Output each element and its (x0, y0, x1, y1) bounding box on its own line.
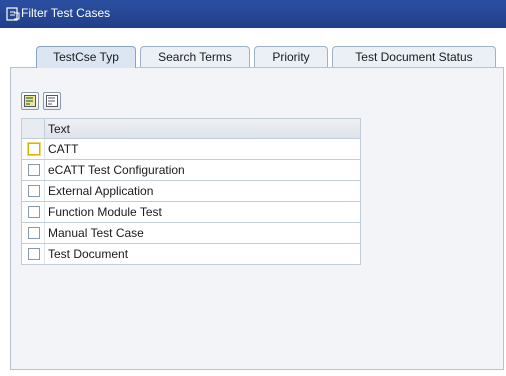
table-row[interactable]: External Application (21, 181, 361, 202)
table-row[interactable]: Test Document (21, 244, 361, 265)
column-header-text[interactable]: Text (48, 122, 70, 136)
row-selector (22, 202, 45, 222)
row-text: CATT (48, 142, 79, 156)
filter-icon (6, 7, 20, 21)
tab-testcse-typ[interactable]: TestCse Typ (36, 46, 136, 68)
tab-priority[interactable]: Priority (254, 46, 328, 68)
select-all-button[interactable] (21, 92, 39, 110)
title-bar: Filter Test Cases (0, 0, 506, 28)
row-text: Function Module Test (48, 205, 162, 219)
row-text: Test Document (48, 247, 129, 261)
row-selector (22, 139, 45, 159)
table-row[interactable]: Manual Test Case (21, 223, 361, 244)
tab-search-terms[interactable]: Search Terms (140, 46, 250, 68)
row-checkbox[interactable] (28, 185, 40, 197)
row-text: eCATT Test Configuration (48, 163, 185, 177)
row-text: Manual Test Case (48, 226, 144, 240)
deselect-all-button[interactable] (43, 92, 61, 110)
row-checkbox[interactable] (28, 206, 40, 218)
tab-panel: Text CATT eCATT Test Configuration Exter… (10, 67, 504, 370)
row-text: External Application (48, 184, 154, 198)
table-header: Text (21, 118, 361, 139)
table-row[interactable]: eCATT Test Configuration (21, 160, 361, 181)
row-selector (22, 160, 45, 180)
row-checkbox[interactable] (28, 227, 40, 239)
row-checkbox[interactable] (28, 164, 40, 176)
tab-test-document-status[interactable]: Test Document Status (332, 46, 496, 68)
row-selector (22, 181, 45, 201)
row-checkbox[interactable] (28, 248, 40, 260)
table-row[interactable]: Function Module Test (21, 202, 361, 223)
tab-strip: TestCse Typ Search Terms Priority Test D… (0, 28, 506, 68)
select-all-column-header[interactable] (22, 119, 45, 138)
deselect-all-icon (46, 95, 58, 107)
row-selector (22, 223, 45, 243)
row-checkbox[interactable] (28, 143, 40, 155)
window-title: Filter Test Cases (21, 6, 111, 20)
row-selector (22, 244, 45, 264)
select-all-icon (24, 95, 36, 107)
table-row[interactable]: CATT (21, 139, 361, 160)
